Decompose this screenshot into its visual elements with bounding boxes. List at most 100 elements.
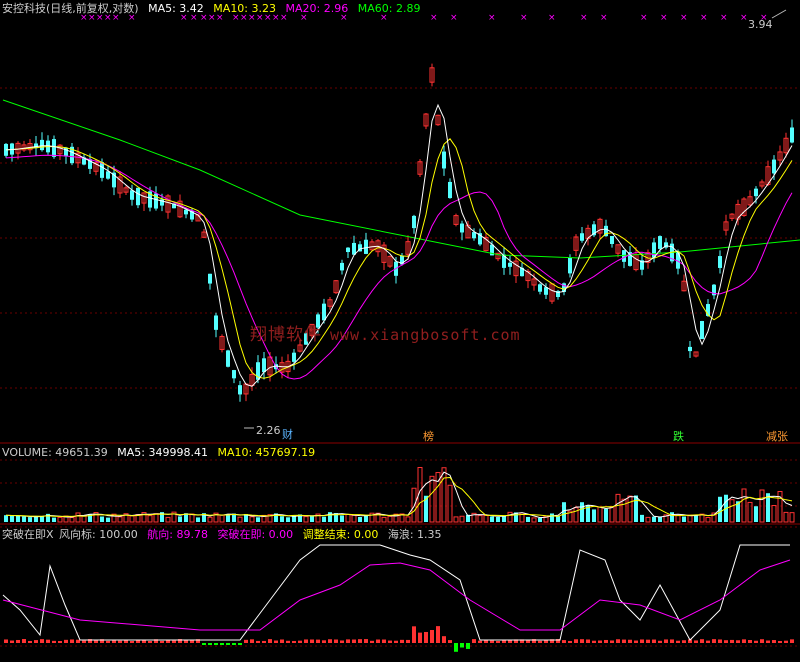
candle-down — [208, 273, 212, 284]
candle-down — [622, 250, 626, 262]
watermark: 翔博软件 www.xiangbosoft.com — [250, 320, 521, 345]
indicator-bar — [4, 639, 8, 643]
indicator-bar — [442, 636, 446, 643]
candlesticks — [4, 63, 794, 402]
candle-down — [442, 151, 446, 169]
signal-cross: × — [580, 13, 588, 23]
indicator-header: 突破在即X 风向标: 100.00 航向: 89.78 突破在即: 0.00 调… — [2, 528, 448, 541]
volume-bar-down — [682, 516, 686, 522]
volume-bar-down — [10, 515, 14, 522]
signal-cross: × — [548, 13, 556, 23]
indicator-bar — [748, 639, 752, 643]
indicator-bar — [652, 639, 656, 643]
indicator-bar — [82, 640, 86, 643]
signal-cross: × — [488, 13, 496, 23]
ma10-value: MA10: 3.23 — [213, 2, 277, 15]
indicator-bar — [760, 639, 764, 643]
indicator-bar — [226, 643, 230, 645]
indicator-bar — [562, 640, 566, 643]
volume-ma10-value: MA10: 457697.19 — [217, 446, 316, 459]
indicator-bar — [484, 640, 488, 643]
indicator-bar — [40, 639, 44, 643]
volume-bar-up — [645, 516, 651, 523]
volume-bar-up — [621, 498, 627, 523]
volume-bar-down — [634, 495, 638, 522]
volume-bar-up — [345, 514, 351, 523]
volume-ma10-line — [5, 476, 793, 517]
indicator-bar — [634, 640, 638, 643]
volume-bar-up — [483, 514, 489, 523]
indicator-bar — [364, 639, 368, 643]
indicator-bar — [16, 639, 20, 643]
volume-bar-up — [573, 507, 579, 523]
volume-bar-up — [609, 506, 615, 523]
indicator-name: 突破在即X — [2, 528, 54, 541]
indicator-bar — [754, 640, 758, 643]
candle-down — [412, 215, 416, 229]
indicator-bar — [280, 639, 284, 643]
volume-bar-down — [358, 516, 362, 522]
candle-down — [214, 315, 218, 330]
volume-bar-down — [550, 513, 554, 522]
indicator-bar — [160, 640, 164, 643]
indicator-bar — [592, 640, 596, 643]
volume-bar-up — [351, 514, 357, 523]
indicator-bar — [370, 640, 374, 643]
candle-down — [658, 236, 662, 249]
ma20-value: MA20: 2.96 — [285, 2, 349, 15]
indicator-bar — [778, 640, 782, 643]
indicator-bar — [106, 640, 110, 643]
event-marker-reduce[interactable]: 减张 — [766, 428, 788, 444]
volume-bar-up — [729, 499, 735, 523]
candle-down — [130, 190, 134, 200]
volume-bar-up — [783, 511, 789, 523]
volume-ma5-line — [5, 471, 793, 519]
candle-down — [448, 181, 452, 199]
volume-bar-down — [310, 515, 314, 522]
candle-down — [40, 139, 44, 151]
indicator-bar — [184, 640, 188, 643]
indicator-bar — [490, 640, 494, 643]
volume-bar-down — [526, 516, 530, 522]
candle-down — [610, 236, 614, 244]
event-marker-finance[interactable]: 财 — [282, 426, 293, 442]
volume-bar-up — [477, 515, 483, 523]
event-marker-list[interactable]: 榜 — [423, 428, 434, 444]
indicator-bar — [208, 643, 212, 645]
indicator-bar — [436, 626, 440, 643]
candle-down — [106, 171, 110, 179]
indicator-bar — [718, 639, 722, 643]
indicator-bar — [202, 643, 206, 645]
indicator-bar — [598, 640, 602, 643]
heading-value: 航向: 89.78 — [147, 528, 208, 541]
volume-bar-up — [117, 516, 123, 523]
candle-down — [226, 350, 230, 367]
signal-cross: × — [700, 13, 708, 23]
event-marker-drop[interactable]: 跌 — [673, 428, 684, 444]
ma60-value: MA60: 2.89 — [357, 2, 421, 15]
signal-cross: × — [740, 13, 748, 23]
volume-bar-down — [22, 516, 26, 522]
volume-bar-up — [75, 512, 81, 523]
volume-bar-up — [789, 512, 795, 523]
high-price-pointer — [771, 9, 787, 19]
volume-bar-up — [747, 501, 753, 523]
volume-bar-down — [640, 514, 644, 522]
indicator-bar — [376, 639, 380, 643]
volume-bar-down — [556, 516, 560, 522]
wind-value: 风向标: 100.00 — [59, 528, 138, 541]
indicator-bar — [448, 640, 452, 643]
indicator-bar — [64, 639, 68, 643]
indicator-bar — [292, 640, 296, 643]
volume-bar-up — [459, 515, 465, 523]
volume-bar-down — [256, 517, 260, 522]
indicator-bar — [286, 640, 290, 643]
candle-down — [508, 262, 512, 267]
volume-bar-up — [207, 516, 213, 523]
indicator-bar — [406, 639, 410, 643]
volume-bar-down — [592, 509, 596, 522]
volume-bar-up — [387, 515, 393, 523]
volume-bar-up — [147, 515, 153, 523]
candle-down — [538, 284, 542, 292]
indicator-bar — [118, 640, 122, 643]
